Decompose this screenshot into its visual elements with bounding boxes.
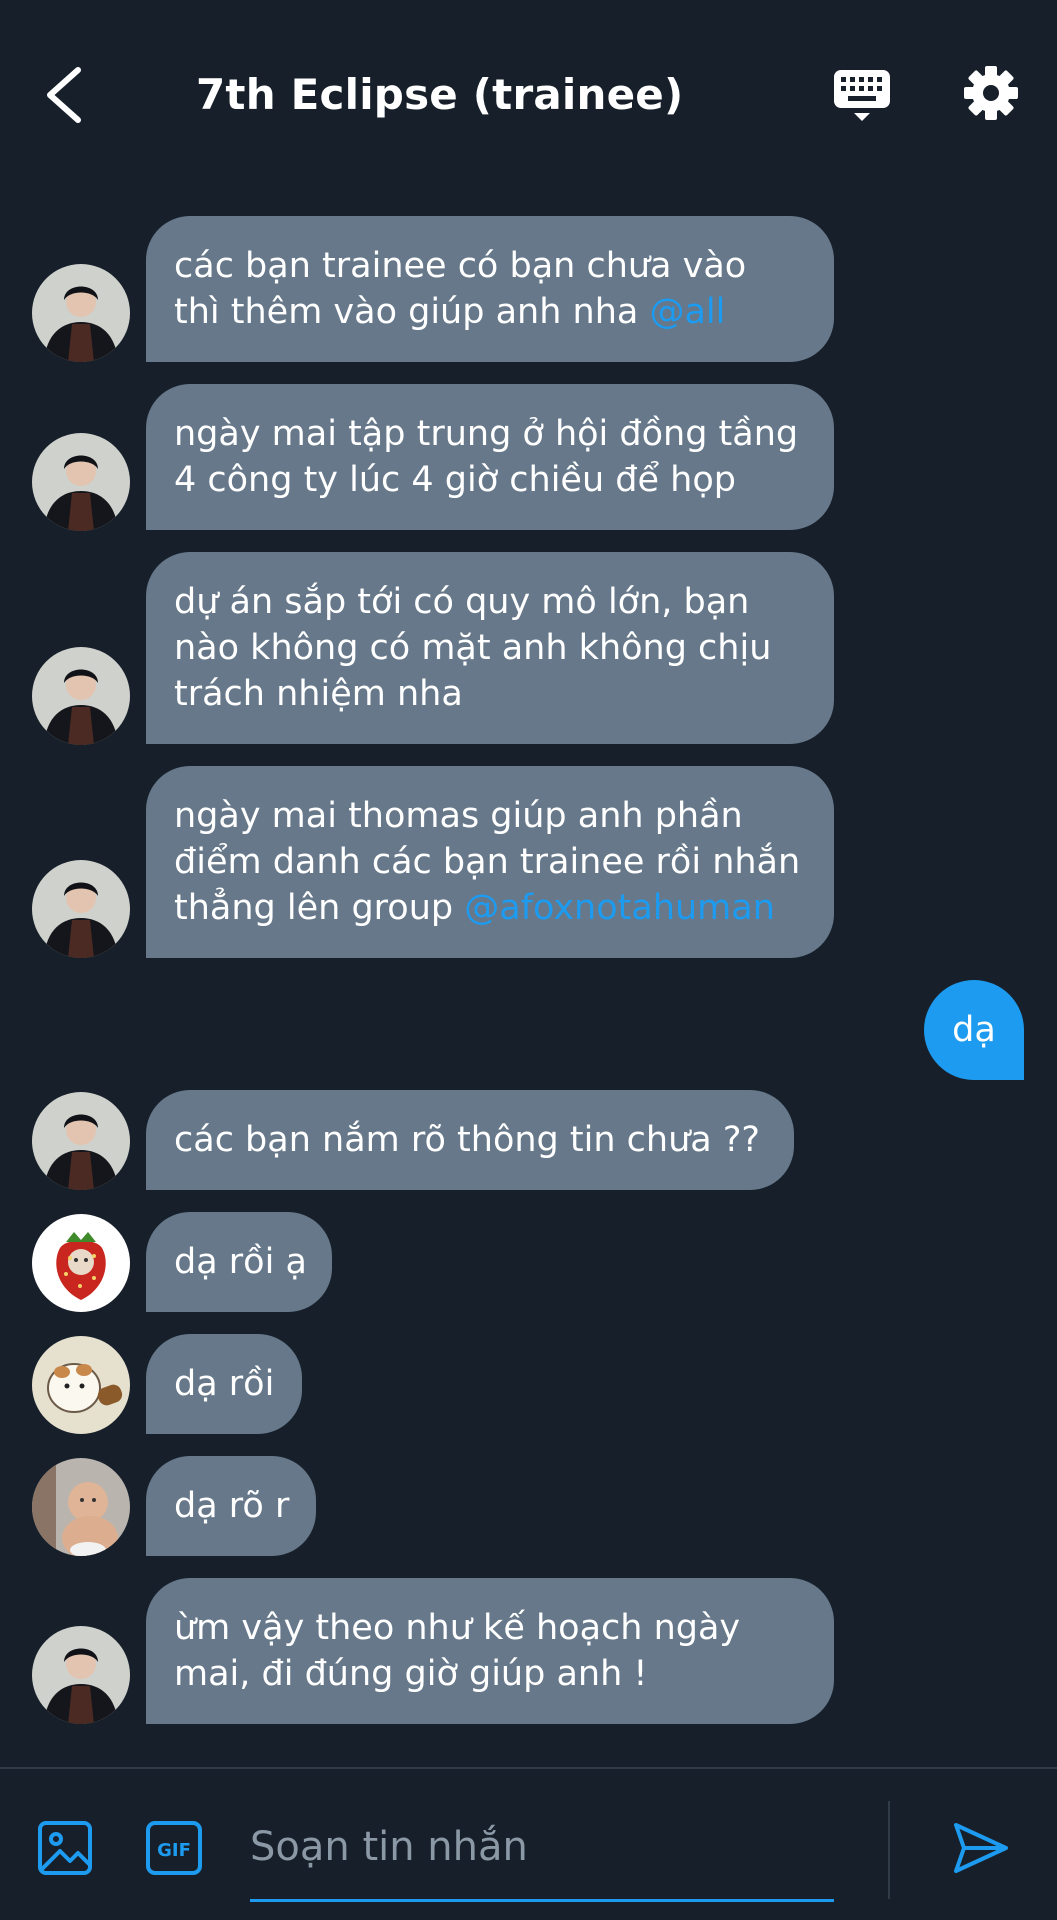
settings-button[interactable] xyxy=(962,64,1020,122)
message-bubble[interactable]: dự án sắp tới có quy mô lớn, bạn nào khô… xyxy=(146,552,834,744)
message-text: dạ rồi ạ xyxy=(174,1242,307,1282)
avatar-dark-suit xyxy=(32,647,130,745)
mention-link[interactable]: @afoxnotahuman xyxy=(464,888,775,928)
avatar[interactable] xyxy=(32,1214,130,1312)
message-bubble[interactable]: ngày mai tập trung ở hội đồng tầng 4 côn… xyxy=(146,384,834,530)
outgoing-message-bubble[interactable]: dạ xyxy=(924,980,1024,1080)
avatar[interactable] xyxy=(32,264,130,362)
message-input[interactable] xyxy=(250,1795,834,1899)
avatar[interactable] xyxy=(32,1626,130,1724)
conversation-title: 7th Eclipse (trainee) xyxy=(196,70,684,119)
avatar-dark-suit xyxy=(32,860,130,958)
message-text: ngày mai tập trung ở hội đồng tầng xyxy=(174,414,799,454)
message-text: các bạn nắm rõ thông tin chưa ?? xyxy=(174,1120,760,1160)
message-text: dạ rồi xyxy=(174,1364,275,1404)
message-bubble[interactable]: các bạn nắm rõ thông tin chưa ?? xyxy=(146,1090,794,1190)
message-text: điểm danh các bạn trainee rồi nhắn xyxy=(174,842,801,882)
mention-link[interactable]: @all xyxy=(649,292,725,332)
composer-divider xyxy=(888,1801,890,1899)
message-bubble[interactable]: dạ rồi xyxy=(146,1334,302,1434)
message-bubble[interactable]: dạ rồi ạ xyxy=(146,1212,332,1312)
send-button[interactable] xyxy=(950,1817,1012,1879)
avatar-dark-suit xyxy=(32,1626,130,1724)
keyboard-button[interactable] xyxy=(832,66,892,126)
image-icon xyxy=(38,1821,92,1875)
back-arrow-icon xyxy=(47,67,81,123)
message-text: mai, đi đúng giờ giúp anh ! xyxy=(174,1654,648,1694)
message-text: dự án sắp tới có quy mô lớn, bạn xyxy=(174,582,750,622)
message-text: thì thêm vào giúp anh nha xyxy=(174,292,650,332)
avatar-dark-suit xyxy=(32,264,130,362)
message-text: ừm vậy theo như kế hoạch ngày xyxy=(174,1608,741,1648)
send-icon xyxy=(954,1823,1008,1873)
back-button[interactable] xyxy=(38,62,98,128)
avatar[interactable] xyxy=(32,433,130,531)
avatar-dark-suit xyxy=(32,433,130,531)
attach-gif-button[interactable]: GIF xyxy=(144,1819,204,1877)
avatar[interactable] xyxy=(32,1336,130,1434)
message-list[interactable]: các bạn trainee có bạn chưa vào thì thêm… xyxy=(0,190,1057,1765)
message-bubble[interactable]: ừm vậy theo như kế hoạch ngày mai, đi đú… xyxy=(146,1578,834,1724)
message-text: các bạn trainee có bạn chưa vào xyxy=(174,246,747,286)
avatar[interactable] xyxy=(32,647,130,745)
message-bubble[interactable]: các bạn trainee có bạn chưa vào thì thêm… xyxy=(146,216,834,362)
message-bubble[interactable]: ngày mai thomas giúp anh phần điểm danh … xyxy=(146,766,834,958)
message-text: thẳng lên group xyxy=(174,888,465,928)
gif-icon: GIF xyxy=(146,1821,202,1875)
avatar[interactable] xyxy=(32,1458,130,1556)
message-text: dạ xyxy=(952,1010,996,1050)
gif-label: GIF xyxy=(157,1840,191,1861)
gear-icon xyxy=(964,66,1018,120)
message-input-wrapper xyxy=(250,1795,834,1902)
message-bubble[interactable]: dạ rõ r xyxy=(146,1456,316,1556)
avatar[interactable] xyxy=(32,860,130,958)
avatar-hamster xyxy=(32,1336,130,1434)
chat-header: 7th Eclipse (trainee) xyxy=(0,0,1057,190)
avatar-strawberry xyxy=(32,1214,130,1312)
message-text: ngày mai thomas giúp anh phần xyxy=(174,796,743,836)
message-composer: GIF xyxy=(0,1767,1057,1920)
message-text: dạ rõ r xyxy=(174,1486,290,1526)
attach-image-button[interactable] xyxy=(36,1819,94,1877)
avatar-baby xyxy=(32,1458,130,1556)
avatar-dark-suit xyxy=(32,1092,130,1190)
message-text: 4 công ty lúc 4 giờ chiều để họp xyxy=(174,460,736,500)
message-text: nào không có mặt anh không chịu xyxy=(174,628,772,668)
keyboard-icon xyxy=(834,70,890,121)
message-text: trách nhiệm nha xyxy=(174,674,463,714)
avatar[interactable] xyxy=(32,1092,130,1190)
